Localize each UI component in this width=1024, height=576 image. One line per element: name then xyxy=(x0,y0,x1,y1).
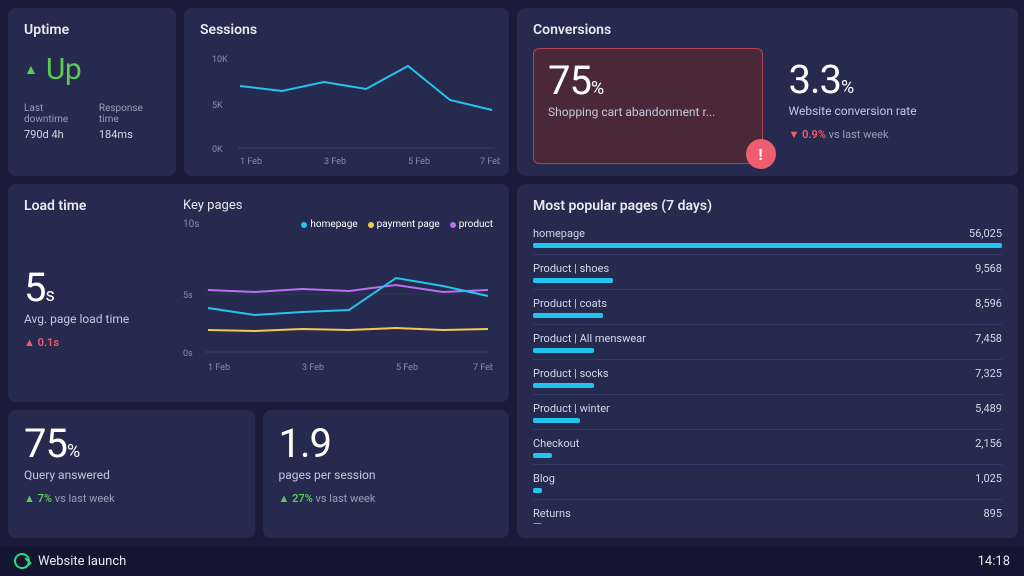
table-row[interactable]: Product | All menswear7,458 xyxy=(533,329,1002,360)
sessions-title: Sessions xyxy=(200,22,493,38)
uptime-status: ▲ Up xyxy=(24,52,160,87)
table-row[interactable]: Product | winter5,489 xyxy=(533,399,1002,430)
conversion-rate-box[interactable]: 3.3% Website conversion rate ▼ 0.9% vs l… xyxy=(775,48,1003,164)
popular-pages-list: homepage56,025 Product | shoes9,568 Produc… xyxy=(533,224,1002,524)
svg-text:0K: 0K xyxy=(212,145,223,155)
loadtime-delta: ▲ 0.1s xyxy=(24,336,167,349)
query-value: 75 xyxy=(24,420,67,467)
svg-text:0s: 0s xyxy=(183,349,193,359)
svg-text:5s: 5s xyxy=(183,291,193,301)
conversion-rate-label: Website conversion rate xyxy=(789,104,989,118)
table-row[interactable]: Product | shoes9,568 xyxy=(533,259,1002,290)
last-downtime-value: 790d 4h xyxy=(24,128,85,141)
logo-icon xyxy=(14,553,30,569)
conversion-delta: ▼ 0.9% vs last week xyxy=(789,128,989,141)
query-label: Query answered xyxy=(24,468,239,482)
keypages-legend: 10s homepage payment page product xyxy=(183,219,493,230)
table-row[interactable]: Product | socks7,325 xyxy=(533,364,1002,395)
svg-text:3 Feb: 3 Feb xyxy=(302,363,324,373)
svg-text:10K: 10K xyxy=(212,55,228,65)
loadtime-title: Load time xyxy=(24,198,86,214)
response-time-value: 184ms xyxy=(99,128,160,141)
alert-icon: ! xyxy=(746,139,776,169)
query-delta: ▲ 7% vs last week xyxy=(24,492,239,505)
svg-text:5K: 5K xyxy=(212,101,223,111)
conversion-rate-value: 3.3 xyxy=(789,56,842,103)
svg-text:5 Feb: 5 Feb xyxy=(396,363,418,373)
footer-time: 14:18 xyxy=(978,554,1010,569)
loadtime-value: 5 xyxy=(24,264,45,311)
table-row[interactable]: Checkout2,156 xyxy=(533,434,1002,465)
popular-pages-title: Most popular pages (7 days) xyxy=(533,198,1002,214)
popular-pages-card: Most popular pages (7 days) homepage56,0… xyxy=(517,184,1018,538)
query-unit: % xyxy=(67,441,79,462)
last-downtime-label: Last downtime xyxy=(24,103,85,125)
conversions-card: Conversions 75% Shopping cart abandonmen… xyxy=(517,8,1018,176)
footer: Website launch 14:18 xyxy=(0,546,1024,576)
keypages-title: Key pages xyxy=(183,198,493,213)
pages-delta: ▲ 27% vs last week xyxy=(279,492,494,505)
uptime-title: Uptime xyxy=(24,22,160,38)
svg-text:7 Feb: 7 Feb xyxy=(473,363,493,373)
table-row[interactable]: Blog1,025 xyxy=(533,469,1002,500)
footer-title: Website launch xyxy=(38,554,126,569)
abandonment-box[interactable]: 75% Shopping cart abandonment r... ! xyxy=(533,48,763,164)
uptime-status-text: Up xyxy=(46,52,81,87)
abandonment-unit: % xyxy=(591,78,603,99)
abandonment-value: 75 xyxy=(548,57,591,104)
pages-card: 1.9 pages per session ▲ 27% vs last week xyxy=(263,410,510,538)
uptime-card: Uptime ▲ Up Last downtime 790d 4h Respon… xyxy=(8,8,176,176)
svg-text:7 Feb: 7 Feb xyxy=(480,157,500,167)
table-row[interactable]: Product | coats8,596 xyxy=(533,294,1002,325)
conversions-title: Conversions xyxy=(533,22,1002,38)
keypages-chart: 5s 0s 1 Feb 3 Feb 5 Feb 7 Feb xyxy=(183,230,493,380)
abandonment-label: Shopping cart abandonment r... xyxy=(548,105,748,119)
table-row[interactable]: Returns895 xyxy=(533,504,1002,524)
response-time-label: Response time xyxy=(99,103,160,125)
svg-text:5 Feb: 5 Feb xyxy=(408,157,430,167)
up-arrow-icon: ▲ xyxy=(24,61,38,78)
loadtime-unit: s xyxy=(45,285,53,306)
loadtime-card: Load time 5s Avg. page load time ▲ 0.1s … xyxy=(8,184,509,402)
pages-label: pages per session xyxy=(279,468,494,482)
table-row[interactable]: homepage56,025 xyxy=(533,224,1002,255)
svg-text:1 Feb: 1 Feb xyxy=(208,363,230,373)
svg-text:1 Feb: 1 Feb xyxy=(240,157,262,167)
svg-text:3 Feb: 3 Feb xyxy=(324,157,346,167)
sessions-chart: 10K 5K 0K 1 Feb 3 Feb 5 Feb 7 Feb xyxy=(200,48,500,168)
loadtime-label: Avg. page load time xyxy=(24,312,167,326)
conversion-rate-unit: % xyxy=(841,77,853,98)
query-card: 75% Query answered ▲ 7% vs last week xyxy=(8,410,255,538)
pages-value: 1.9 xyxy=(279,424,494,464)
sessions-card: Sessions 10K 5K 0K 1 Feb 3 Feb 5 Feb 7 F… xyxy=(184,8,509,176)
